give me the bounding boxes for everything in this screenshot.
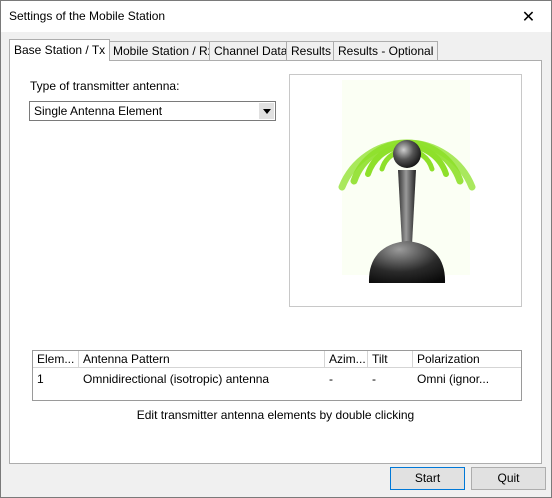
column-header-element[interactable]: Elem... xyxy=(33,351,79,368)
close-button[interactable]: ✕ xyxy=(506,1,551,32)
cell-tilt: - xyxy=(372,372,376,386)
close-icon: ✕ xyxy=(521,8,536,26)
tab-base-station[interactable]: Base Station / Tx xyxy=(9,39,111,61)
dropdown-button[interactable] xyxy=(259,103,274,119)
tab-results-optional[interactable]: Results - Optional xyxy=(333,41,439,60)
column-header-azimuth[interactable]: Azim... xyxy=(325,351,368,368)
settings-window: Settings of the Mobile Station ✕ Base St… xyxy=(0,0,552,498)
cell-antenna-pattern: Omnidirectional (isotropic) antenna xyxy=(83,372,270,386)
tab-panel: Type of transmitter antenna: Single Ante… xyxy=(9,60,542,464)
column-header-tilt[interactable]: Tilt xyxy=(368,351,413,368)
tab-results[interactable]: Results xyxy=(286,41,337,60)
tab-mobile-station[interactable]: Mobile Station / Rx xyxy=(108,41,219,60)
antenna-type-select[interactable]: Single Antenna Element xyxy=(29,101,276,121)
column-header-antenna-pattern[interactable]: Antenna Pattern xyxy=(79,351,325,368)
start-button[interactable]: Start xyxy=(390,467,465,490)
cell-azimuth: - xyxy=(329,372,333,386)
quit-button[interactable]: Quit xyxy=(471,467,546,490)
antenna-type-label: Type of transmitter antenna: xyxy=(30,79,180,93)
antenna-elements-table[interactable]: Elem... Antenna Pattern Azim... Tilt Pol… xyxy=(32,350,522,401)
title-bar: Settings of the Mobile Station ✕ xyxy=(1,1,551,32)
cell-polarization: Omni (ignor... xyxy=(417,372,490,386)
antenna-signal-icon xyxy=(338,80,476,283)
edit-hint-text: Edit transmitter antenna elements by dou… xyxy=(136,408,415,422)
tab-channel-data[interactable]: Channel Data xyxy=(209,41,293,60)
antenna-type-value: Single Antenna Element xyxy=(34,104,163,118)
column-header-polarization[interactable]: Polarization xyxy=(413,351,521,368)
chevron-down-icon xyxy=(262,108,271,114)
antenna-image xyxy=(289,74,522,307)
cell-element: 1 xyxy=(37,372,44,386)
window-title: Settings of the Mobile Station xyxy=(9,9,166,23)
